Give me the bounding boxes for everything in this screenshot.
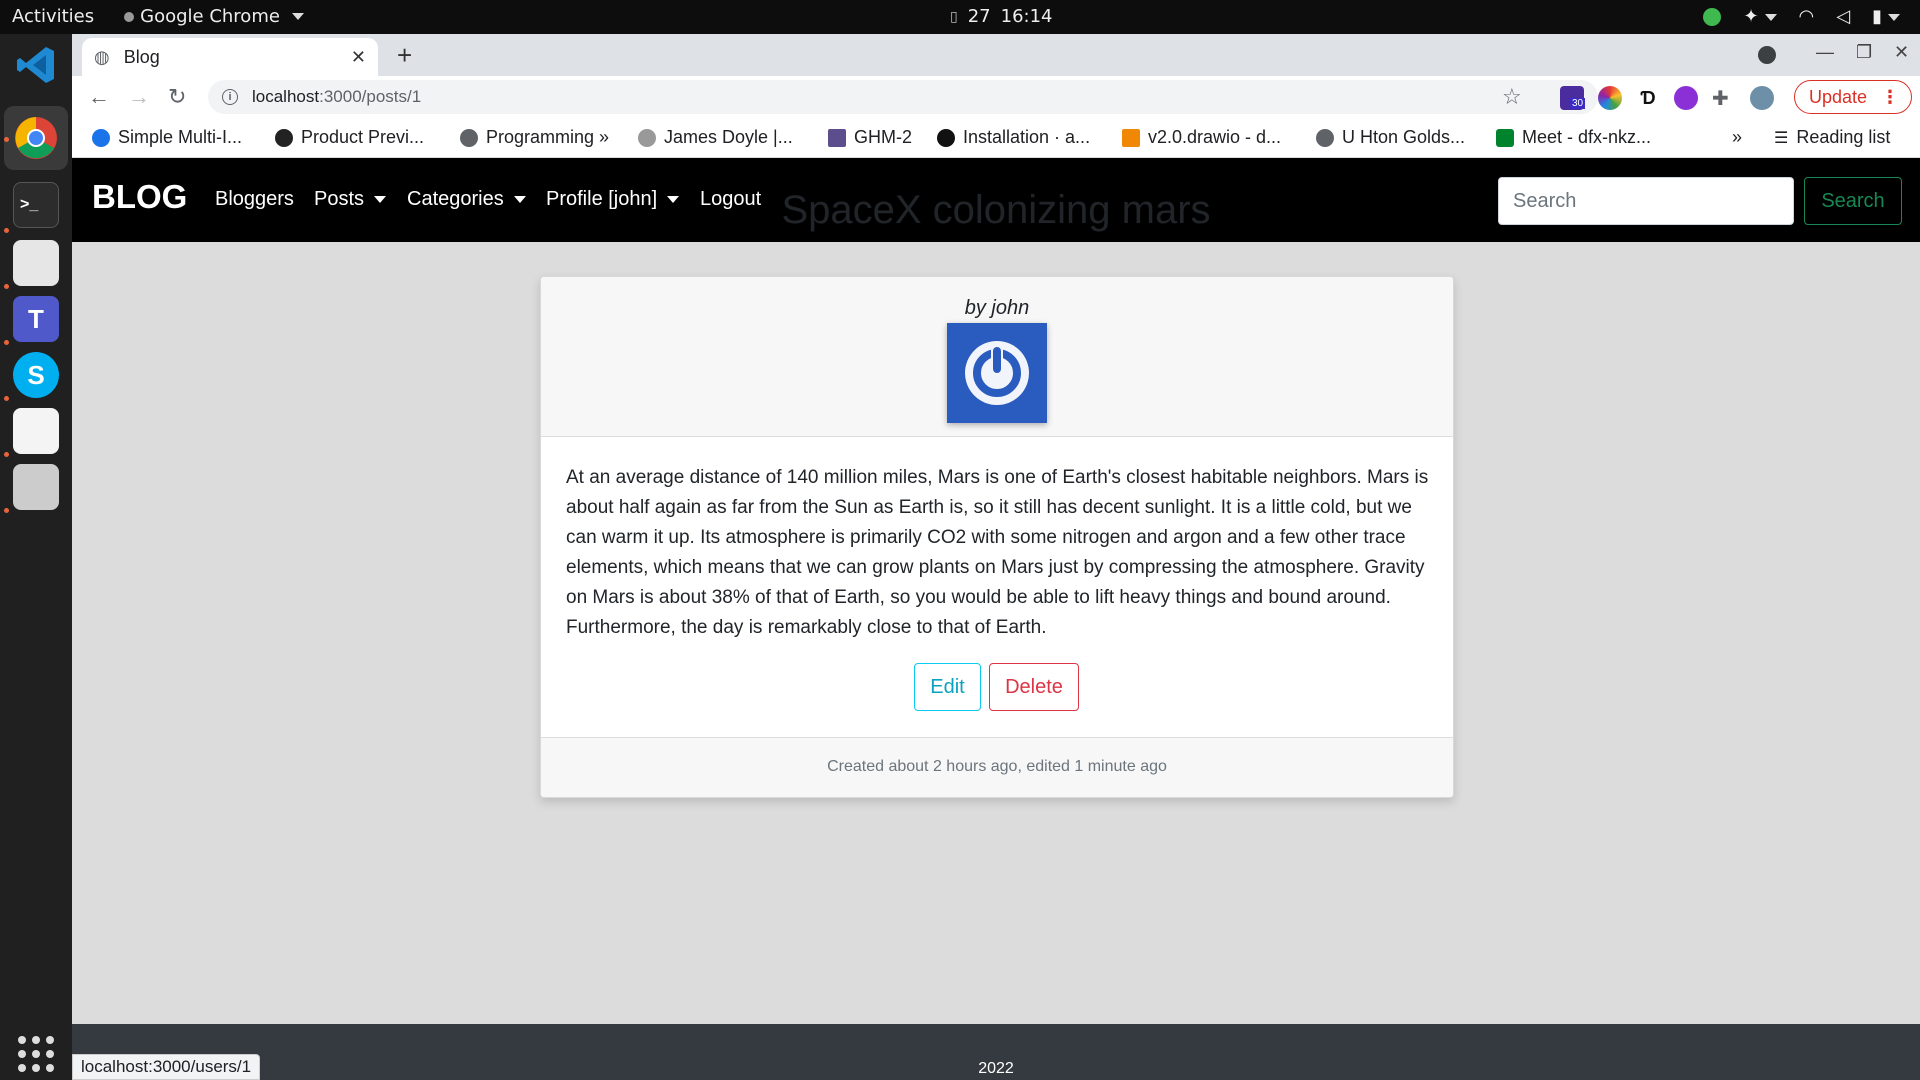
tab-title: Blog: [123, 46, 160, 67]
edit-button[interactable]: Edit: [914, 663, 981, 711]
extension-graduation-icon[interactable]: 30: [1560, 86, 1586, 110]
reload-icon[interactable]: ↻: [168, 84, 186, 110]
bookmark-favicon-icon: [828, 128, 846, 147]
battery-icon[interactable]: ▮: [1872, 6, 1900, 27]
running-indicator: [4, 396, 9, 401]
chrome-small-icon: [124, 11, 135, 22]
volume-icon[interactable]: ◁: [1836, 6, 1850, 27]
image-viewer-icon[interactable]: [13, 464, 59, 510]
chrome-icon[interactable]: [13, 115, 59, 161]
show-applications-icon[interactable]: [18, 1036, 54, 1072]
extension-color-picker-icon[interactable]: [1598, 86, 1622, 110]
update-button[interactable]: Update ⋮: [1794, 80, 1912, 114]
running-indicator: [4, 508, 9, 513]
profile-avatar[interactable]: [1750, 86, 1774, 110]
address-bar[interactable]: i localhost:3000/posts/1: [208, 80, 1598, 114]
running-indicator: [4, 137, 9, 142]
link-status-bubble: localhost:3000/users/1: [72, 1054, 261, 1080]
tab-search-icon[interactable]: [1758, 46, 1776, 64]
clock-date: 27: [967, 6, 991, 27]
delete-button[interactable]: Delete: [989, 663, 1079, 711]
bookmark-favicon-icon: [1316, 128, 1334, 147]
forward-icon[interactable]: →: [128, 84, 150, 110]
bookmarks-overflow-button[interactable]: »: [1732, 127, 1742, 148]
skype-icon[interactable]: S: [13, 352, 59, 398]
wifi-icon[interactable]: ◠: [1799, 6, 1815, 27]
browser-window: ◍ Blog ✕ + — ❐ ✕ ← → ↻ i localhost:3000/…: [72, 34, 1920, 1080]
post-card-header: by john: [541, 277, 1453, 437]
info-icon[interactable]: i: [222, 89, 238, 105]
reading-list-icon: ☰: [1774, 129, 1789, 147]
bookmark-item[interactable]: Programming »: [460, 127, 609, 148]
running-indicator: [4, 340, 9, 345]
post-card: by john At an average distance of 140 mi…: [540, 276, 1454, 798]
bookmark-star-icon[interactable]: ☆: [1502, 84, 1522, 110]
extension-d-icon[interactable]: Ɗ: [1636, 86, 1660, 110]
bookmark-item[interactable]: Simple Multi-I...: [92, 127, 242, 148]
bookmark-item[interactable]: Installation · a...: [937, 127, 1090, 148]
browser-toolbar: ← → ↻ i localhost:3000/posts/1 ☆ 30 Ɗ ✚ …: [72, 76, 1920, 118]
restore-icon[interactable]: ❐: [1856, 42, 1872, 63]
bookmark-favicon-icon: [92, 128, 110, 147]
reading-list-button[interactable]: ☰ Reading list: [1774, 127, 1890, 148]
globe-icon: ◍: [94, 46, 110, 67]
post-title: SpaceX colonizing mars: [781, 188, 1211, 232]
extension-badge: 30: [1570, 98, 1586, 109]
document-viewer-icon[interactable]: [13, 408, 59, 454]
bookmark-item[interactable]: U Hton Golds...: [1316, 127, 1465, 148]
bookmark-item[interactable]: James Doyle |...: [638, 127, 793, 148]
url-host: localhost: [252, 87, 320, 106]
app-menu[interactable]: Google Chrome: [124, 6, 304, 27]
accessibility-icon[interactable]: ✦: [1743, 6, 1777, 27]
bookmark-favicon-icon: [460, 128, 478, 147]
github-icon: [937, 128, 955, 147]
minimize-icon[interactable]: —: [1816, 42, 1834, 63]
clock[interactable]: ▯ 27 16:14: [950, 6, 1053, 27]
running-indicator: [4, 284, 9, 289]
close-window-icon[interactable]: ✕: [1894, 42, 1909, 63]
files-icon[interactable]: [13, 240, 59, 286]
page-viewport: BLOG Bloggers Posts Categories Profile […: [72, 158, 1920, 1080]
url-path: :3000/posts/1: [319, 87, 422, 106]
terminal-icon[interactable]: >_: [13, 182, 59, 228]
teams-icon[interactable]: T: [13, 296, 59, 342]
new-tab-button[interactable]: +: [397, 40, 412, 71]
bookmarks-bar: Simple Multi-I... Product Previ... Progr…: [72, 118, 1920, 158]
kebab-menu-icon[interactable]: ⋮: [1881, 87, 1899, 108]
chevron-down-icon: [291, 13, 304, 20]
close-tab-icon[interactable]: ✕: [351, 47, 366, 68]
power-icon: [965, 341, 1029, 405]
avatar[interactable]: [947, 323, 1047, 423]
google-meet-icon: [1496, 128, 1514, 147]
vscode-icon[interactable]: [13, 42, 59, 88]
bookmark-item[interactable]: Meet - dfx-nkz...: [1496, 127, 1651, 148]
footer-year: 2022: [978, 1060, 1014, 1077]
back-icon[interactable]: ←: [88, 84, 110, 110]
bookmark-item[interactable]: v2.0.drawio - d...: [1122, 127, 1281, 148]
clock-time: 16:14: [1000, 6, 1053, 27]
update-label: Update: [1809, 86, 1868, 107]
extensions-puzzle-icon[interactable]: ✚: [1712, 86, 1736, 110]
post-timestamps: Created about 2 hours ago, edited 1 minu…: [541, 737, 1453, 797]
tab-blog[interactable]: ◍ Blog ✕: [82, 38, 378, 76]
post-body: At an average distance of 140 million mi…: [566, 467, 1429, 638]
bookmark-favicon-icon: [275, 128, 293, 147]
extension-ghost-icon[interactable]: [1674, 86, 1698, 110]
app-menu-label: Google Chrome: [140, 6, 280, 27]
dock: >_ T S: [0, 34, 72, 1080]
notification-icon: ▯: [950, 8, 958, 25]
activities-button[interactable]: Activities: [12, 6, 94, 27]
bookmark-item[interactable]: Product Previ...: [275, 127, 424, 148]
running-indicator: [4, 452, 9, 457]
bookmark-item[interactable]: GHM-2: [828, 127, 912, 148]
tab-strip: ◍ Blog ✕ + — ❐ ✕: [72, 34, 1920, 76]
site-footer: 2022: [72, 1024, 1920, 1080]
running-indicator: [4, 228, 9, 233]
drawio-icon: [1122, 128, 1140, 147]
post-author[interactable]: by john: [541, 297, 1453, 320]
bookmark-favicon-icon: [638, 128, 656, 147]
system-top-bar: Activities Google Chrome ▯ 27 16:14 ✦ ◠ …: [0, 0, 1920, 34]
shield-check-icon[interactable]: [1703, 7, 1722, 26]
